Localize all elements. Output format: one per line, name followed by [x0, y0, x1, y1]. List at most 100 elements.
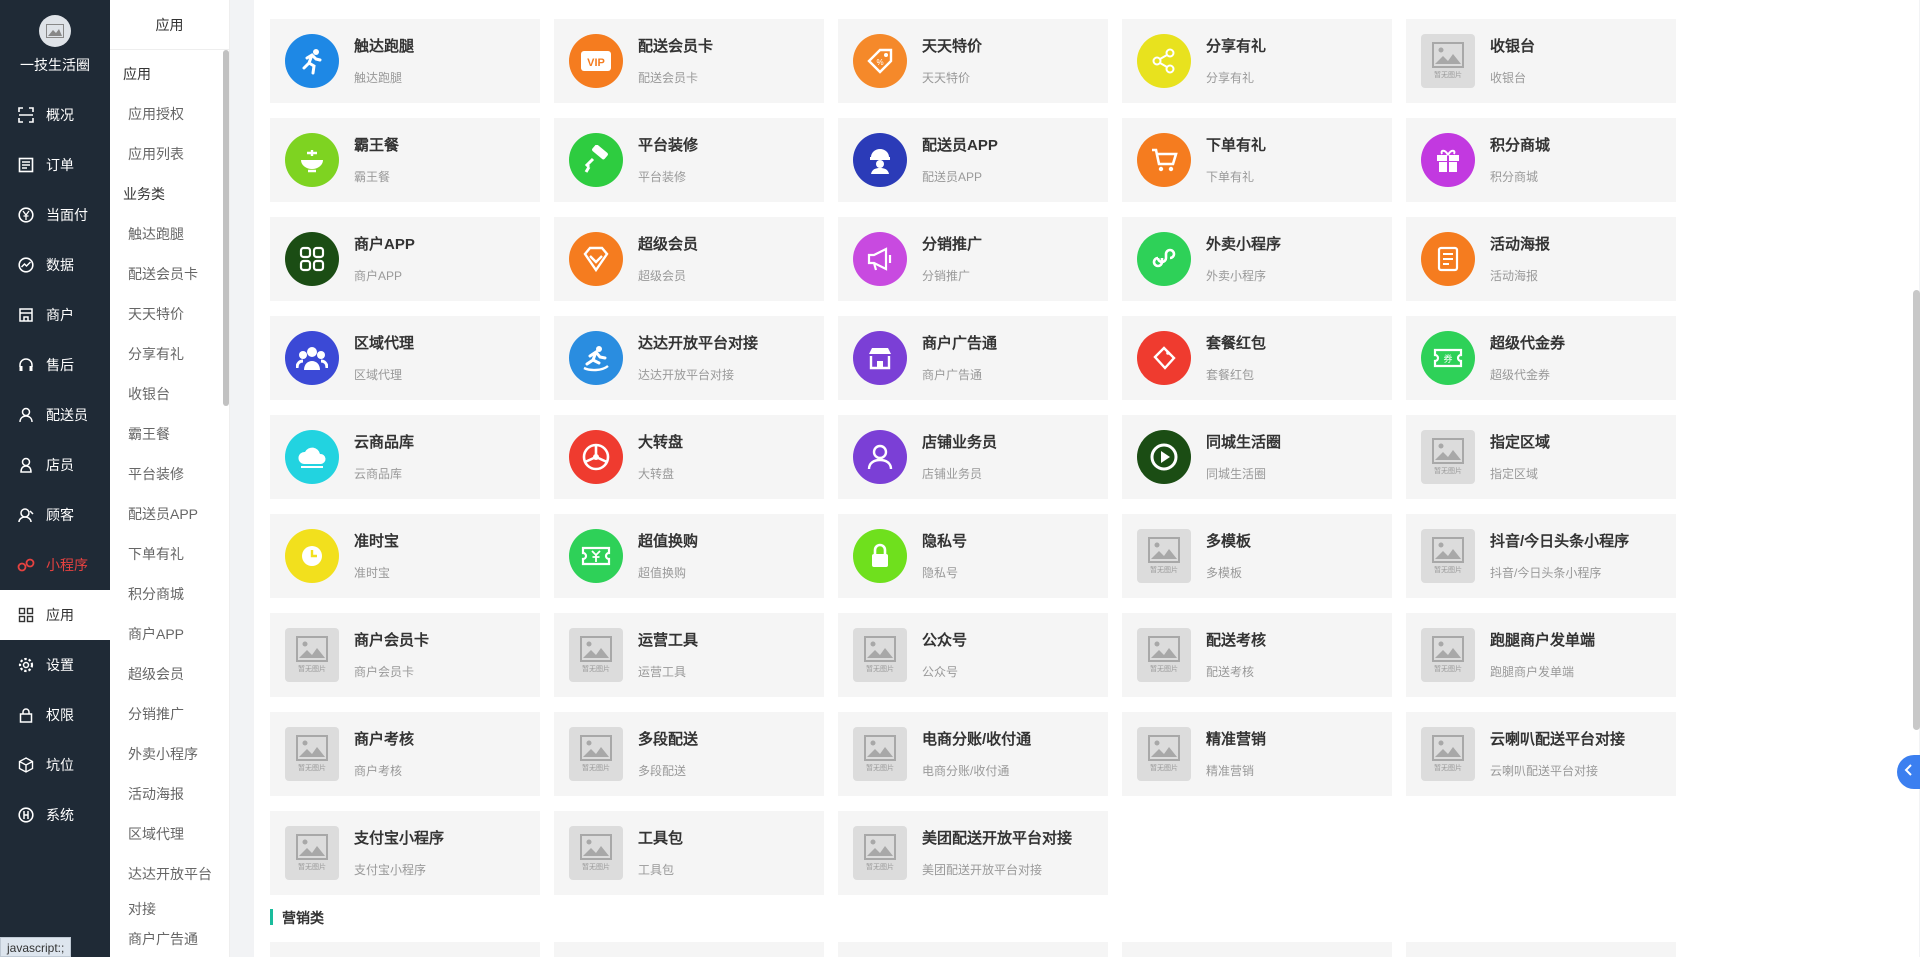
subnav-link[interactable]: 商户APP [110, 614, 229, 654]
app-card[interactable]: 积分商城 积分商城 [1406, 118, 1676, 202]
page-scrollbar[interactable] [1913, 290, 1920, 730]
card-stub[interactable] [554, 942, 824, 957]
nav-item[interactable]: 系统 [0, 790, 110, 840]
subnav-link[interactable]: 超级会员 [110, 654, 229, 694]
app-card-subtitle: 达达开放平台对接 [638, 368, 735, 382]
subnav-link[interactable]: 收银台 [110, 374, 229, 414]
nav-item[interactable]: 应用 [0, 590, 110, 640]
subnav-link[interactable]: 达达开放平台 [110, 854, 229, 894]
app-card[interactable]: 券超级代金券 超级代金券 [1406, 316, 1676, 400]
subnav-link[interactable]: 霸王餐 [110, 414, 229, 454]
nav-item[interactable]: 当面付 [0, 190, 110, 240]
app-card[interactable]: 分销推广 分销推广 [838, 217, 1108, 301]
subnav-link[interactable]: 分享有礼 [110, 334, 229, 374]
nav-item[interactable]: 数据 [0, 240, 110, 290]
subnav-link[interactable]: 商户广告通 [110, 924, 229, 954]
nav-item[interactable]: 坑位 [0, 740, 110, 790]
app-card[interactable]: 暂无图片 公众号 公众号 [838, 613, 1108, 697]
subnav-link[interactable]: 区域代理 [110, 814, 229, 854]
app-card-subtitle: 商户考核 [354, 764, 403, 778]
subnav-link[interactable]: 活动海报 [110, 774, 229, 814]
app-card-title: 云商品库 [354, 434, 415, 451]
app-card[interactable]: 暂无图片 美团配送开放平台对接 美团配送开放平台对接 [838, 811, 1108, 895]
card-stub[interactable] [1406, 942, 1676, 957]
app-card[interactable]: 暂无图片 运营工具 运营工具 [554, 613, 824, 697]
app-card-subtitle: 触达跑腿 [354, 71, 403, 85]
subnav-link[interactable]: 配送会员卡 [110, 254, 229, 294]
box-icon [16, 755, 36, 775]
subnav-link[interactable]: 天天特价 [110, 294, 229, 334]
nav-item[interactable]: 店员 [0, 440, 110, 490]
app-card[interactable]: 霸王餐 霸王餐 [270, 118, 540, 202]
nav-item[interactable]: 概况 [0, 90, 110, 140]
app-card-subtitle: 分享有礼 [1206, 71, 1255, 85]
app-card[interactable]: 暂无图片 商户考核 商户考核 [270, 712, 540, 796]
app-card[interactable]: 暂无图片 支付宝小程序 支付宝小程序 [270, 811, 540, 895]
app-card[interactable]: 超值换购 超值换购 [554, 514, 824, 598]
app-card[interactable]: 隐私号 隐私号 [838, 514, 1108, 598]
brand[interactable]: 一技生活圈 [0, 0, 110, 90]
app-card[interactable]: 区域代理 区域代理 [270, 316, 540, 400]
app-card[interactable]: 暂无图片 配送考核 配送考核 [1122, 613, 1392, 697]
nav-item[interactable]: 配送员 [0, 390, 110, 440]
subnav-link[interactable]: 分销推广 [110, 694, 229, 734]
nav-item[interactable]: 商户 [0, 290, 110, 340]
subnav-link[interactable]: 应用授权 [110, 94, 229, 134]
app-card[interactable]: 暂无图片 跑腿商户发单端 跑腿商户发单端 [1406, 613, 1676, 697]
app-card[interactable]: 触达跑腿 触达跑腿 [270, 19, 540, 103]
nav-item[interactable]: 订单 [0, 140, 110, 190]
subnav-link[interactable]: 应用列表 [110, 134, 229, 174]
app-card[interactable]: 外卖小程序 外卖小程序 [1122, 217, 1392, 301]
app-card[interactable]: 商户APP 商户APP [270, 217, 540, 301]
app-card[interactable]: 店铺业务员 店铺业务员 [838, 415, 1108, 499]
nav-item[interactable]: 售后 [0, 340, 110, 390]
app-card-subtitle: 抖音/今日头条小程序 [1490, 566, 1602, 580]
app-card[interactable]: 套餐红包 套餐红包 [1122, 316, 1392, 400]
nav-item[interactable]: 权限 [0, 690, 110, 740]
app-card[interactable]: 暂无图片 多段配送 多段配送 [554, 712, 824, 796]
subnav-link[interactable]: 平台装修 [110, 454, 229, 494]
app-card[interactable]: 暂无图片 收银台 收银台 [1406, 19, 1676, 103]
app-card[interactable]: 配送员APP 配送员APP [838, 118, 1108, 202]
grid-icon [285, 232, 339, 286]
app-card[interactable]: 达达开放平台对接 达达开放平台对接 [554, 316, 824, 400]
app-card[interactable]: 云商品库 云商品库 [270, 415, 540, 499]
app-card[interactable]: 暂无图片 商户会员卡 商户会员卡 [270, 613, 540, 697]
subnav-link[interactable]: 积分商城 [110, 574, 229, 614]
app-card[interactable]: 暂无图片 多模板 多模板 [1122, 514, 1392, 598]
subnav-link[interactable]: 下单有礼 [110, 534, 229, 574]
app-card-subtitle: 天天特价 [922, 71, 971, 85]
app-card[interactable]: 下单有礼 下单有礼 [1122, 118, 1392, 202]
app-card[interactable]: 活动海报 活动海报 [1406, 217, 1676, 301]
placeholder-label: 暂无图片 [1434, 765, 1462, 772]
app-card[interactable]: 准时宝 准时宝 [270, 514, 540, 598]
app-card[interactable]: 商户广告通 商户广告通 [838, 316, 1108, 400]
card-stub[interactable] [1122, 942, 1392, 957]
app-card[interactable]: 暂无图片 精准营销 精准营销 [1122, 712, 1392, 796]
app-card[interactable]: 平台装修 平台装修 [554, 118, 824, 202]
miniprogram-icon [1137, 232, 1191, 286]
nav-item[interactable]: 设置 [0, 640, 110, 690]
nav-item[interactable]: 顾客 [0, 490, 110, 540]
app-card[interactable]: 同城生活圈 同城生活圈 [1122, 415, 1392, 499]
card-stub[interactable] [270, 942, 540, 957]
app-card[interactable]: 暂无图片 工具包 工具包 [554, 811, 824, 895]
nav-item[interactable]: 小程序 [0, 540, 110, 590]
subnav-link[interactable]: 外卖小程序 [110, 734, 229, 774]
svg-text:券: 券 [1443, 353, 1452, 365]
app-card[interactable]: 大转盘 大转盘 [554, 415, 824, 499]
subnav-link[interactable]: 对接 [110, 894, 229, 924]
app-card[interactable]: 暂无图片 云喇叭配送平台对接 云喇叭配送平台对接 [1406, 712, 1676, 796]
app-card[interactable]: 超级会员 超级会员 [554, 217, 824, 301]
subnav-link[interactable]: 配送员APP [110, 494, 229, 534]
subnav-link[interactable]: 触达跑腿 [110, 214, 229, 254]
app-card[interactable]: 分享有礼 分享有礼 [1122, 19, 1392, 103]
card-stub[interactable] [838, 942, 1108, 957]
app-card[interactable]: % 天天特价 天天特价 [838, 19, 1108, 103]
app-card[interactable]: 暂无图片 电商分账/收付通 电商分账/收付通 [838, 712, 1108, 796]
subnav-scrollbar[interactable] [223, 50, 229, 406]
app-card[interactable]: 暂无图片 指定区域 指定区域 [1406, 415, 1676, 499]
miniprogram-icon [16, 555, 36, 575]
app-card[interactable]: VIP 配送会员卡 配送会员卡 [554, 19, 824, 103]
app-card[interactable]: 暂无图片 抖音/今日头条小程序 抖音/今日头条小程序 [1406, 514, 1676, 598]
